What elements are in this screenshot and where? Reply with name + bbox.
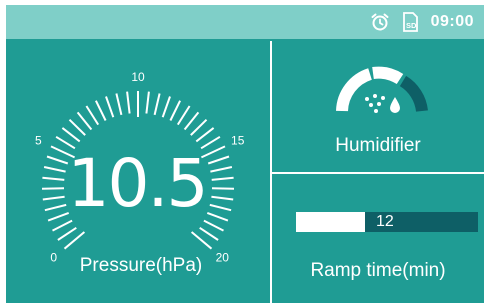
alarm-clock-icon bbox=[369, 11, 391, 33]
gauge-tick-label-15: 15 bbox=[231, 134, 245, 148]
mist-dot bbox=[374, 109, 378, 113]
gauge-tick bbox=[52, 219, 73, 232]
humidifier-icon bbox=[336, 66, 428, 113]
gauge-tick bbox=[176, 105, 191, 126]
gauge-tick bbox=[85, 105, 100, 126]
gauge-tick bbox=[183, 111, 200, 131]
gauge-tick bbox=[115, 93, 123, 116]
ramp-time-panel[interactable]: 12 Ramp time(min) bbox=[272, 174, 484, 303]
gauge-tick bbox=[211, 195, 234, 201]
gauge-tick bbox=[195, 127, 215, 143]
ramp-time-bar: 12 bbox=[296, 212, 478, 232]
gauge-tick-label-5: 5 bbox=[35, 134, 42, 148]
gauge-tick bbox=[190, 118, 208, 136]
clock-time: 09:00 bbox=[430, 13, 474, 30]
water-drop-icon bbox=[390, 97, 400, 113]
humidifier-label: Humidifier bbox=[335, 135, 421, 156]
gauge-tick bbox=[161, 96, 171, 118]
mist-dot bbox=[369, 103, 373, 107]
gauge-tick bbox=[61, 127, 81, 143]
pressure-panel[interactable]: 0 5 10 15 20 10.5 Pressure(hPa) bbox=[6, 41, 270, 303]
pressure-label: Pressure(hPa) bbox=[79, 255, 203, 276]
status-bar: SD 09:00 bbox=[6, 5, 484, 39]
ramp-time-label: Ramp time(min) bbox=[310, 260, 446, 281]
gauge-tick bbox=[145, 91, 150, 114]
humidifier-panel[interactable]: Humidifier bbox=[272, 41, 484, 172]
sd-card-text: SD bbox=[406, 21, 417, 30]
gauge-tick bbox=[211, 176, 234, 181]
gauge-tick bbox=[210, 166, 233, 173]
gauge-tick bbox=[42, 176, 65, 181]
gauge-tick bbox=[76, 111, 93, 131]
sd-card-icon: SD bbox=[399, 11, 421, 33]
gauge-tick bbox=[126, 91, 131, 114]
humidifier-level-segment-2 bbox=[372, 66, 404, 85]
gauge-tick bbox=[68, 118, 86, 136]
gauge-tick bbox=[57, 226, 77, 241]
gauge-tick bbox=[203, 219, 224, 232]
pressure-value: 10.5 bbox=[67, 145, 209, 222]
gauge-tick bbox=[153, 93, 161, 116]
gauge-tick-label-10: 10 bbox=[131, 70, 145, 84]
ramp-time-fill bbox=[296, 212, 366, 232]
gauge-tick bbox=[199, 226, 219, 241]
gauge-tick bbox=[105, 96, 115, 118]
gauge-tick bbox=[169, 100, 181, 121]
mist-dot bbox=[381, 96, 385, 100]
mist-dot bbox=[377, 102, 381, 106]
humidifier-level-segment-3 bbox=[399, 75, 428, 112]
humidifier-level-segment-1 bbox=[336, 68, 373, 112]
mist-dot bbox=[365, 97, 369, 101]
mist-dot bbox=[373, 94, 377, 98]
device-screen: SD 09:00 0 5 10 15 20 10.5 Pressure(hPa) bbox=[6, 5, 484, 303]
gauge-tick bbox=[209, 203, 232, 212]
gauge-tick bbox=[95, 100, 107, 121]
ramp-time-value: 12 bbox=[376, 213, 394, 230]
